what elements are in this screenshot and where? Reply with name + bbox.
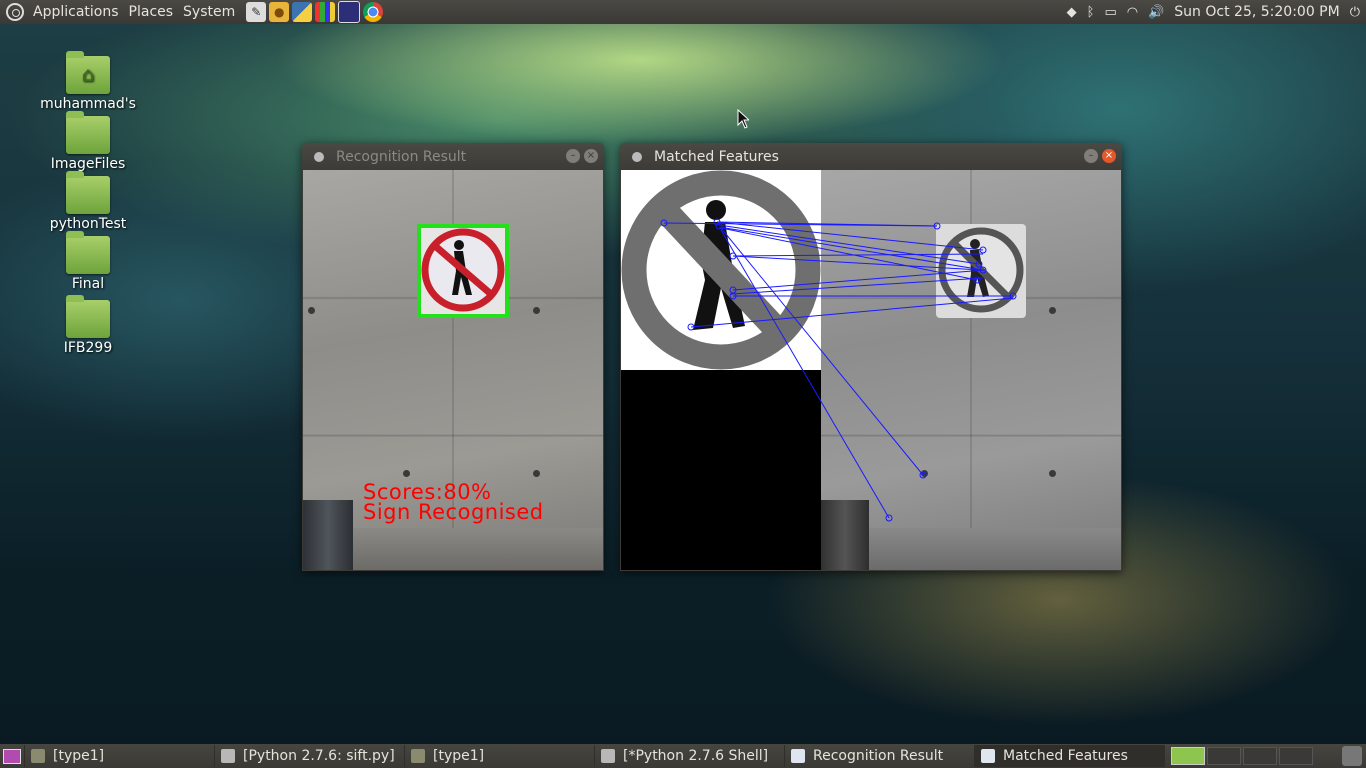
battery-icon[interactable]: ▭	[1104, 5, 1116, 20]
desktop-icon-label: pythonTest	[49, 216, 127, 232]
score-text: Scores:80%	[363, 480, 492, 504]
python-editor-icon	[221, 749, 235, 763]
volume-icon[interactable]: 🔊	[1148, 5, 1164, 20]
folder-icon	[66, 111, 110, 154]
matched-image	[621, 170, 1121, 570]
close-button[interactable]: ×	[584, 149, 598, 163]
software-center-icon[interactable]	[315, 2, 336, 22]
text-editor-icon[interactable]: ✎	[246, 2, 267, 22]
chrome-icon[interactable]	[363, 2, 384, 22]
gimp-icon[interactable]: ●	[269, 2, 290, 22]
desktop-icon-imagefiles[interactable]: ImageFiles	[18, 111, 158, 172]
task-recognition-result[interactable]: Recognition Result	[785, 745, 975, 767]
workspace-2[interactable]	[1207, 747, 1241, 765]
task-label: [*Python 2.7.6 Shell]	[623, 748, 769, 764]
task-python-editor[interactable]: [Python 2.7.6: sift.py]	[215, 745, 405, 767]
wifi-icon[interactable]: ◠	[1127, 5, 1138, 20]
folder-icon	[66, 171, 110, 214]
bottom-taskbar: [type1] [Python 2.7.6: sift.py] [type1] …	[0, 744, 1366, 768]
power-icon[interactable]: ⏻	[1350, 5, 1360, 20]
window-title: Recognition Result	[336, 148, 467, 165]
menu-places[interactable]: Places	[124, 0, 179, 24]
system-tray: ◆ ᛒ ▭ ◠ 🔊 Sun Oct 25, 5:20:00 PM ⏻	[1067, 0, 1366, 24]
workspace-4[interactable]	[1279, 747, 1313, 765]
top-panel: Applications Places System ✎ ● ◆ ᛒ ▭ ◠ 🔊…	[0, 0, 1366, 24]
window-titlebar[interactable]: Recognition Result – ×	[302, 143, 604, 170]
menu-applications[interactable]: Applications	[28, 0, 124, 24]
desktop-icon-label: Final	[71, 276, 105, 292]
desktop-icon-ifb299[interactable]: IFB299	[18, 295, 158, 356]
launcher-bar: ✎ ●	[246, 1, 384, 23]
bollard	[303, 500, 353, 570]
wall-bolt	[308, 307, 315, 314]
desktop-icon-label: IFB299	[63, 340, 113, 356]
task-matched-features[interactable]: Matched Features	[975, 745, 1165, 767]
workspace-3[interactable]	[1243, 747, 1277, 765]
task-label: [type1]	[433, 748, 485, 764]
trash-icon[interactable]	[1342, 746, 1362, 766]
desktop-icon-pythontest[interactable]: pythonTest	[18, 171, 158, 232]
task-label: [Python 2.7.6: sift.py]	[243, 748, 395, 764]
minimize-button[interactable]: –	[1084, 149, 1098, 163]
ubuntu-logo-icon[interactable]	[6, 3, 24, 21]
bluetooth-icon[interactable]: ᛒ	[1087, 5, 1095, 20]
show-desktop-icon	[3, 748, 21, 764]
task-label: [type1]	[53, 748, 105, 764]
desktop-icon-final[interactable]: Final	[18, 231, 158, 292]
window-menu-icon[interactable]	[314, 151, 324, 162]
window-menu-icon[interactable]	[632, 151, 642, 162]
window-titlebar[interactable]: Matched Features – ×	[620, 143, 1122, 170]
folder-icon	[31, 749, 45, 763]
task-type1-b[interactable]: [type1]	[405, 745, 595, 767]
folder-icon	[66, 231, 110, 274]
wall-bolt	[533, 470, 540, 477]
folder-icon	[411, 749, 425, 763]
mouse-cursor-icon	[737, 109, 749, 129]
feature-match-overlay	[621, 170, 1026, 522]
menu-system[interactable]: System	[178, 0, 240, 24]
recognition-image: Scores:80% Sign Recognised	[303, 170, 603, 570]
task-python-shell[interactable]: [*Python 2.7.6 Shell]	[595, 745, 785, 767]
task-label: Matched Features	[1003, 748, 1128, 764]
python-shell-icon	[601, 749, 615, 763]
template-sign	[621, 170, 821, 370]
overlay-text: Scores:80% Sign Recognised	[363, 480, 544, 524]
window-icon	[791, 749, 805, 763]
recognition-result-window[interactable]: Recognition Result – × Scores:80% Sign R…	[302, 143, 604, 571]
window-icon	[981, 749, 995, 763]
wall-bolt	[403, 470, 410, 477]
task-label: Recognition Result	[813, 748, 944, 764]
close-button[interactable]: ×	[1102, 149, 1116, 163]
home-folder-icon: ⌂	[66, 51, 110, 94]
desktop-icon-label: ImageFiles	[50, 156, 126, 172]
window-title: Matched Features	[654, 148, 779, 165]
python-icon[interactable]	[292, 2, 313, 22]
status-text: Sign Recognised	[363, 500, 544, 524]
main-menu: Applications Places System	[0, 0, 240, 24]
window-controls: – ×	[566, 149, 598, 163]
window-controls: – ×	[1084, 149, 1116, 163]
detected-sign	[417, 224, 509, 318]
folder-icon	[66, 295, 110, 338]
dropbox-icon[interactable]: ◆	[1067, 5, 1077, 20]
minimize-button[interactable]: –	[566, 149, 580, 163]
workspace-1[interactable]	[1171, 747, 1205, 765]
task-type1-a[interactable]: [type1]	[25, 745, 215, 767]
show-desktop-button[interactable]	[0, 745, 25, 767]
workspace-switcher[interactable]	[1171, 747, 1313, 765]
eclipse-icon[interactable]	[338, 1, 361, 23]
clock[interactable]: Sun Oct 25, 5:20:00 PM	[1174, 4, 1339, 20]
matched-features-window[interactable]: Matched Features – ×	[620, 143, 1122, 571]
wall-bolt	[533, 307, 540, 314]
